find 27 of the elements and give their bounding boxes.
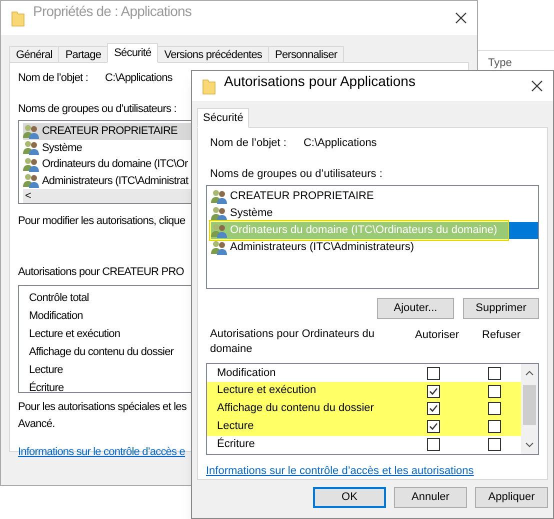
- permission-name: Modification: [29, 309, 83, 324]
- field-label: Nom de l’objet :: [210, 136, 286, 151]
- permission-name: Lecture: [217, 418, 255, 434]
- permission-name: Écriture: [217, 436, 256, 452]
- section-label: Noms de groupes ou d’utilisateurs :: [18, 102, 176, 116]
- hint-text: Pour les autorisations spéciales et les: [18, 400, 186, 415]
- column-header: Type: [488, 57, 512, 69]
- permission-name: Lecture et exécution: [217, 383, 318, 398]
- permission-name: Contrôle total: [29, 291, 89, 306]
- column-header: Autoriser: [415, 328, 460, 342]
- hint-text: Avancé.: [18, 416, 55, 432]
- column-header: Refuser: [482, 328, 521, 342]
- permission-name: Lecture: [29, 363, 63, 378]
- section-label: Autorisations pour Ordinateurs du domaine: [210, 326, 375, 356]
- section-label: Autorisations pour CREATEUR PRO: [18, 264, 184, 280]
- window-title: Propriétés de : Applications: [33, 2, 192, 21]
- permission-name: Modification: [217, 366, 277, 380]
- field-label: Nom de l’objet :: [18, 71, 88, 86]
- permission-name: Écriture: [29, 380, 64, 396]
- section-label: Noms de groupes ou d’utilisateurs :: [209, 166, 382, 182]
- window-title: Autorisations pour Applications: [224, 72, 416, 91]
- permission-name: Affichage du contenu du dossier: [29, 345, 174, 360]
- field-value: C:\Applications: [105, 71, 172, 86]
- field-value: C:\Applications: [303, 136, 377, 151]
- hint-text: Pour modifier les autorisations, clique: [18, 214, 186, 229]
- permission-name: Lecture et exécution: [29, 327, 120, 342]
- permission-name: Affichage du contenu du dossier: [217, 401, 375, 416]
